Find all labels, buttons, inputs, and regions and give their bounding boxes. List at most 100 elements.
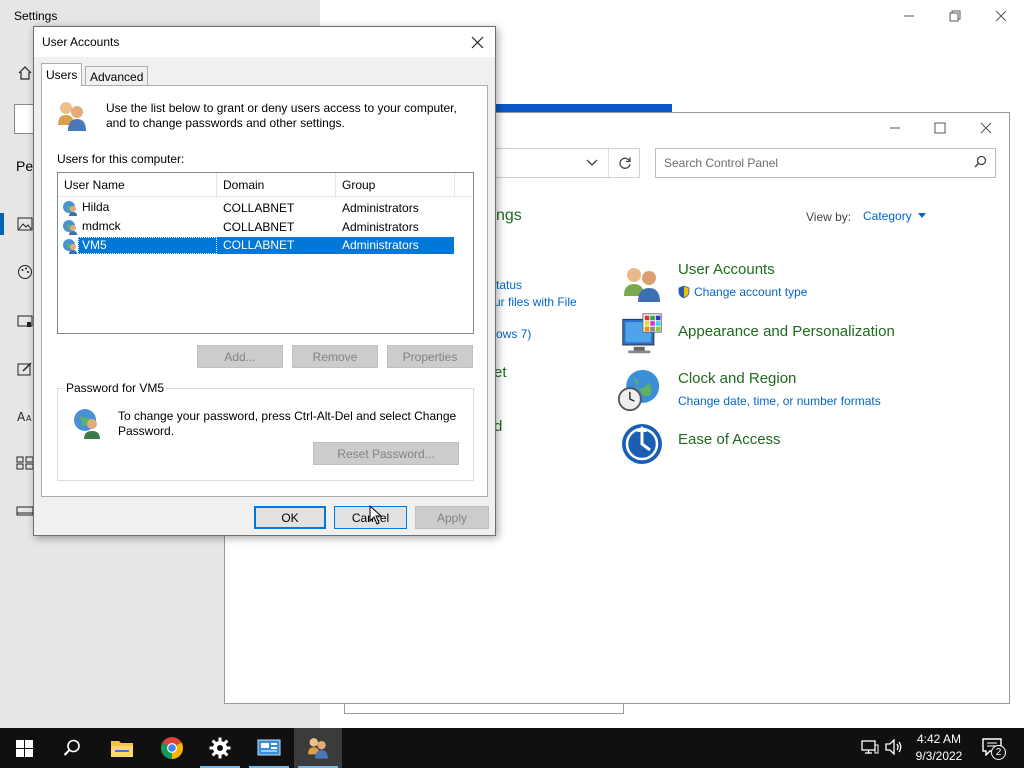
appearance-icon[interactable] [620, 312, 664, 356]
address-bar[interactable] [494, 148, 640, 178]
reset-password-button[interactable]: Reset Password... [313, 442, 459, 465]
volume-icon[interactable] [885, 738, 903, 758]
cp-partial-link-history[interactable]: ur files with File [494, 295, 577, 309]
start-button[interactable] [0, 728, 48, 768]
minimize-button[interactable] [886, 0, 932, 32]
user-name: Hilda [82, 200, 110, 214]
mouse-cursor-icon [369, 505, 383, 525]
user-accounts-dialog: User Accounts Users Advanced Use the lis… [33, 26, 496, 536]
column-user-name[interactable]: User Name [58, 173, 217, 197]
column-domain[interactable]: Domain [217, 173, 336, 197]
category-clock-region[interactable]: Clock and Region [678, 370, 796, 387]
clock-region-icon[interactable] [617, 368, 661, 412]
tab-users-label: Users [46, 68, 78, 82]
domain-user-icon [63, 200, 77, 216]
apply-button[interactable]: Apply [415, 506, 489, 529]
user-name: VM5 [78, 237, 217, 254]
clock-time: 4:42 AM [916, 732, 962, 746]
table-row[interactable]: mdmck COLLABNET Administrators [58, 217, 473, 236]
settings-search-box[interactable] [14, 104, 34, 134]
users-icon [308, 738, 328, 759]
user-accounts-icon[interactable] [620, 262, 664, 306]
cp-partial-heading: ngs [496, 207, 522, 224]
chevron-down-icon[interactable] [586, 159, 598, 167]
users-for-computer-label: Users for this computer: [57, 152, 185, 166]
cp-maximize-button[interactable] [917, 112, 963, 144]
svg-text:A: A [17, 410, 26, 423]
search-icon [63, 739, 80, 756]
close-button[interactable] [978, 0, 1024, 32]
table-row[interactable]: Hilda COLLABNET Administrators [58, 198, 473, 217]
dialog-titlebar[interactable]: User Accounts [34, 27, 495, 57]
selected-indicator [0, 213, 4, 235]
maximize-icon [934, 122, 946, 134]
folder-icon [111, 741, 133, 757]
settings-title: Settings [14, 9, 58, 23]
minimize-icon [904, 15, 914, 17]
view-by-dropdown[interactable]: Category [863, 209, 927, 223]
chrome-icon [161, 737, 183, 759]
search-icon[interactable] [974, 155, 987, 171]
windows-logo-icon [15, 739, 33, 757]
taskbar-chrome[interactable] [148, 728, 196, 768]
taskbar-user-accounts[interactable] [294, 728, 342, 768]
column-filler [455, 173, 473, 197]
minimize-icon [890, 127, 900, 129]
restore-icon [949, 10, 961, 22]
refresh-icon[interactable] [618, 156, 632, 170]
notification-center-button[interactable]: 2 [982, 738, 1008, 760]
loading-progress-bar [494, 104, 672, 112]
cp-close-button[interactable] [963, 112, 1009, 144]
dialog-close-button[interactable] [465, 30, 489, 54]
cp-minimize-button[interactable] [872, 112, 918, 144]
domain-user-icon [63, 219, 77, 235]
user-domain: COLLABNET [223, 219, 295, 234]
notification-count-badge: 2 [991, 745, 1006, 760]
system-clock[interactable]: 4:42 AM 9/3/2022 [904, 731, 974, 765]
users-icon [58, 102, 86, 131]
tab-advanced[interactable]: Advanced [85, 66, 149, 86]
password-instructions: To change your password, press Ctrl-Alt-… [118, 409, 457, 438]
remove-button[interactable]: Remove [292, 345, 378, 368]
column-group[interactable]: Group [336, 173, 455, 197]
taskbar-file-explorer[interactable] [98, 728, 146, 768]
user-password-icon [74, 409, 100, 439]
properties-button[interactable]: Properties [387, 345, 473, 368]
link-change-date-formats[interactable]: Change date, time, or number formats [678, 394, 881, 408]
category-user-accounts[interactable]: User Accounts [678, 261, 775, 278]
ok-button[interactable]: OK [254, 506, 326, 529]
control-panel-icon [257, 739, 281, 756]
users-list[interactable]: User Name Domain Group Hilda COLLABNET A… [57, 172, 474, 334]
view-by-value: Category [863, 209, 912, 223]
restore-button[interactable] [932, 0, 978, 32]
close-icon [471, 36, 483, 48]
network-icon[interactable] [861, 739, 879, 758]
search-control-panel-input[interactable]: Search Control Panel [655, 148, 996, 178]
clock-date: 9/3/2022 [915, 749, 963, 763]
list-header: User Name Domain Group [58, 173, 473, 197]
cp-partial-link-backup[interactable]: ows 7) [496, 327, 531, 341]
view-by-label: View by: [806, 210, 852, 224]
add-button[interactable]: Add... [197, 345, 283, 368]
svg-text:A: A [26, 414, 32, 423]
link-change-account-type[interactable]: Change account type [694, 285, 807, 299]
user-domain: COLLABNET [217, 237, 336, 254]
category-appearance[interactable]: Appearance and Personalization [678, 323, 895, 340]
taskbar-control-panel[interactable] [245, 728, 293, 768]
user-name: mdmck [82, 219, 121, 233]
password-group-title: Password for VM5 [64, 381, 167, 395]
taskbar-search-button[interactable] [48, 728, 96, 768]
tab-advanced-label: Advanced [90, 69, 144, 84]
tab-users[interactable]: Users [41, 63, 83, 86]
intro-text: Use the list below to grant or deny user… [106, 101, 457, 130]
taskbar-settings[interactable] [196, 728, 244, 768]
category-ease-of-access[interactable]: Ease of Access [678, 431, 781, 448]
ease-of-access-icon[interactable] [620, 422, 664, 466]
cp-partial-link-status[interactable]: tatus [496, 278, 522, 292]
user-name-cell: VM5 [58, 237, 217, 254]
shield-icon [678, 285, 690, 299]
search-placeholder: Search Control Panel [664, 156, 779, 170]
close-icon [995, 10, 1007, 22]
table-row-selected[interactable]: VM5 COLLABNET Administrators [58, 236, 473, 255]
dialog-title: User Accounts [42, 35, 120, 49]
